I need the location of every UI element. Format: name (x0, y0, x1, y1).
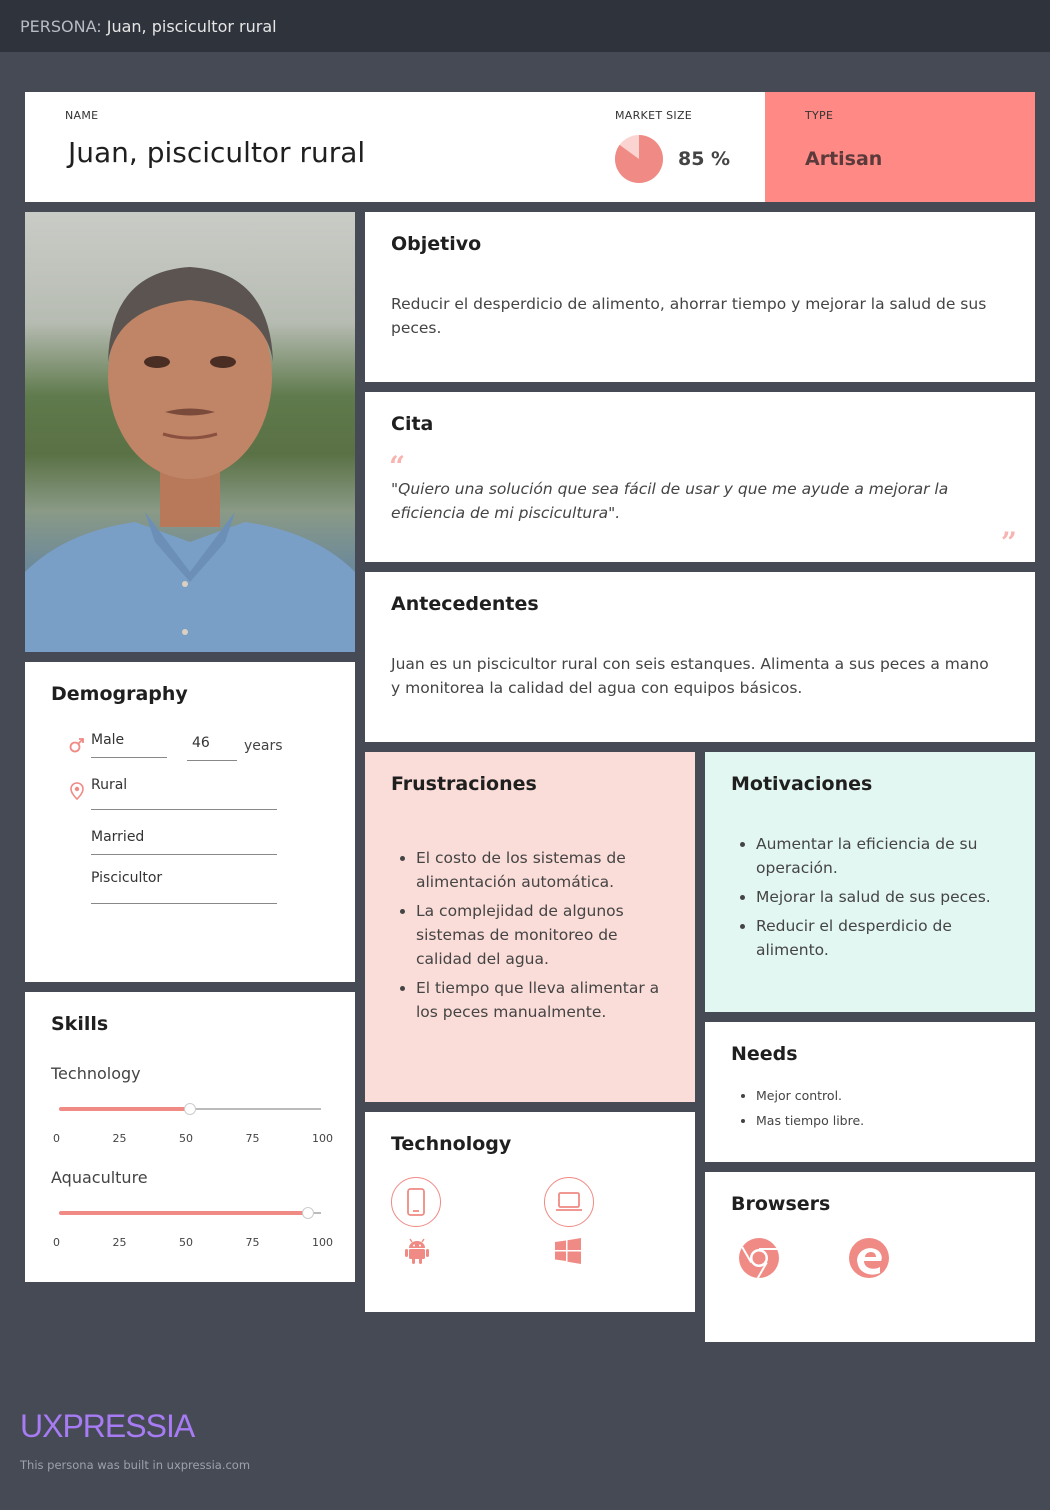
needs-title: Needs (731, 1043, 798, 1065)
list-item[interactable]: El tiempo que lleva alimentar a los pece… (416, 976, 666, 1024)
uxpressia-logo[interactable]: UXPRESSIA (20, 1408, 195, 1445)
edge-icon[interactable] (848, 1237, 890, 1279)
type-card: TYPE Artisan (765, 92, 1035, 202)
location-pin-icon (70, 782, 84, 800)
tick-label: 0 (53, 1132, 60, 1145)
aquaculture-scale: 0 25 50 75 100 (53, 1236, 333, 1249)
needs-card: Needs Mejor control. Mas tiempo libre. (705, 1022, 1035, 1162)
slider-fill (59, 1107, 190, 1111)
motivaciones-list: Aumentar la eficiencia de su operación. … (731, 832, 1011, 967)
tick-label: 50 (179, 1236, 193, 1249)
header-card: NAME Juan, piscicultor rural MARKET SIZE… (25, 92, 765, 202)
marital-status-field[interactable]: Married (91, 829, 277, 855)
tick-label: 25 (112, 1132, 127, 1145)
technology-card: Technology (365, 1112, 695, 1312)
laptop-icon[interactable] (544, 1177, 594, 1227)
objetivo-text[interactable]: Reducir el desperdicio de alimento, ahor… (391, 292, 1001, 340)
list-item[interactable]: Aumentar la eficiencia de su operación. (756, 832, 1011, 880)
gender-field[interactable]: Male (91, 732, 167, 758)
frustraciones-title: Frustraciones (391, 773, 537, 795)
motivaciones-title: Motivaciones (731, 773, 873, 795)
demography-card: Demography Male 46 years Rural Married P… (25, 662, 355, 982)
age-field[interactable]: 46 (187, 735, 237, 761)
slider-fill (59, 1211, 308, 1215)
aquaculture-skill-slider[interactable] (59, 1207, 321, 1219)
technology-scale: 0 25 50 75 100 (53, 1132, 333, 1145)
tick-label: 50 (179, 1132, 193, 1145)
tick-label: 25 (112, 1236, 127, 1249)
male-icon (69, 738, 84, 753)
market-size-value: 85 % (678, 148, 731, 170)
quote-close-icon: ” (1000, 526, 1017, 559)
tick-label: 75 (245, 1236, 260, 1249)
name-label: NAME (65, 109, 99, 122)
tick-label: 100 (312, 1132, 333, 1145)
market-size-pie (615, 135, 663, 183)
chrome-icon[interactable] (738, 1237, 780, 1279)
antecedentes-card: Antecedentes Juan es un piscicultor rura… (365, 572, 1035, 742)
demography-title: Demography (51, 683, 188, 705)
cita-text[interactable]: "Quiero una solución que sea fácil de us… (391, 477, 991, 525)
antecedentes-text[interactable]: Juan es un piscicultor rural con seis es… (391, 652, 1001, 700)
technology-title: Technology (391, 1133, 512, 1155)
frustraciones-list: El costo de los sistemas de alimentación… (391, 846, 666, 1029)
skills-card: Skills Technology 0 25 50 75 100 Aquacul… (25, 992, 355, 1282)
slider-knob[interactable] (301, 1207, 314, 1219)
type-value[interactable]: Artisan (805, 148, 882, 170)
smartphone-icon[interactable] (391, 1177, 441, 1227)
needs-list: Mejor control. Mas tiempo libre. (731, 1086, 1011, 1136)
footer-tagline[interactable]: This persona was built in uxpressia.com (20, 1458, 250, 1472)
list-item[interactable]: El costo de los sistemas de alimentación… (416, 846, 666, 894)
tick-label: 0 (53, 1236, 60, 1249)
antecedentes-title: Antecedentes (391, 593, 539, 615)
occupation-field[interactable]: Piscicultor (91, 870, 277, 904)
frustraciones-card: Frustraciones El costo de los sistemas d… (365, 752, 695, 1102)
tick-label: 75 (245, 1132, 260, 1145)
cita-card: Cita “ "Quiero una solución que sea fáci… (365, 392, 1035, 562)
skills-title: Skills (51, 1013, 109, 1035)
android-icon (405, 1238, 429, 1264)
persona-prefix: PERSONA: (20, 16, 102, 36)
slider-knob[interactable] (184, 1103, 196, 1115)
motivaciones-card: Motivaciones Aumentar la eficiencia de s… (705, 752, 1035, 1012)
portrait-illustration (25, 267, 355, 652)
location-field[interactable]: Rural (91, 777, 277, 810)
persona-title: Juan, piscicultor rural (106, 16, 277, 36)
list-item[interactable]: La complejidad de algunos sistemas de mo… (416, 899, 666, 971)
persona-photo[interactable] (25, 212, 355, 652)
age-unit: years (244, 738, 283, 754)
windows-icon (555, 1238, 581, 1264)
persona-name[interactable]: Juan, piscicultor rural (68, 136, 365, 169)
technology-skill-slider[interactable] (59, 1103, 321, 1115)
skill-label: Technology (51, 1064, 141, 1083)
list-item[interactable]: Reducir el desperdicio de alimento. (756, 914, 1011, 962)
tick-label: 100 (312, 1236, 333, 1249)
type-label: TYPE (805, 109, 834, 122)
objetivo-title: Objetivo (391, 233, 482, 255)
list-item[interactable]: Mejor control. (756, 1086, 1011, 1106)
cita-title: Cita (391, 413, 434, 435)
list-item[interactable]: Mas tiempo libre. (756, 1111, 1011, 1131)
browsers-title: Browsers (731, 1193, 831, 1215)
skill-label: Aquaculture (51, 1168, 148, 1187)
browsers-card: Browsers (705, 1172, 1035, 1342)
top-bar: PERSONA: Juan, piscicultor rural (0, 0, 1050, 52)
list-item[interactable]: Mejorar la salud de sus peces. (756, 885, 1011, 909)
objetivo-card: Objetivo Reducir el desperdicio de alime… (365, 212, 1035, 382)
market-size-label: MARKET SIZE (615, 109, 693, 122)
